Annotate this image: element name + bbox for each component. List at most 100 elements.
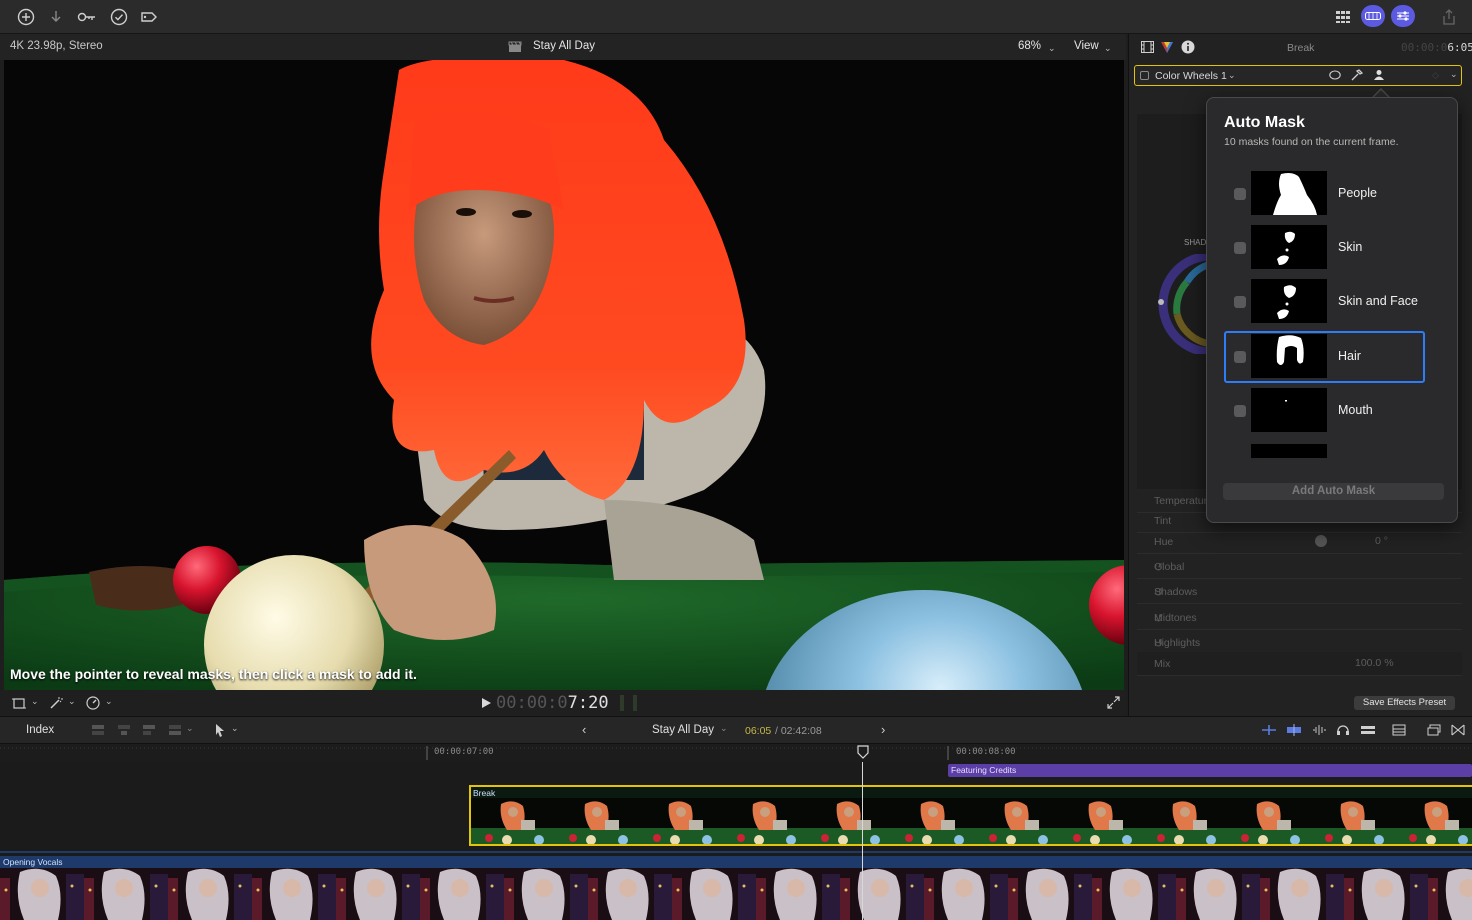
- keyframe-icon[interactable]: ◇: [1432, 70, 1439, 81]
- effect-header[interactable]: Color Wheels 1 ⌄ ◇ ⌄: [1134, 65, 1462, 86]
- mask-item-mouth[interactable]: Mouth: [1224, 385, 1425, 437]
- video-viewer[interactable]: Move the pointer to reveal masks, then c…: [4, 60, 1124, 690]
- audio-skimming-icon[interactable]: [1311, 724, 1327, 736]
- index-button[interactable]: Index: [26, 724, 54, 736]
- viewer-caption: Move the pointer to reveal masks, then c…: [10, 666, 417, 682]
- project-total: / 02:42:08: [775, 725, 822, 737]
- mask-checkbox[interactable]: [1234, 242, 1246, 254]
- info-icon[interactable]: [1181, 40, 1195, 54]
- clip-appearance-icon[interactable]: [1392, 724, 1406, 736]
- mix-value[interactable]: 100.0 %: [1355, 657, 1394, 669]
- connect-clip-icon[interactable]: [91, 724, 105, 736]
- speed-gauge-icon[interactable]: [86, 696, 100, 710]
- reset-icon[interactable]: ↺: [1154, 561, 1454, 574]
- reset-icon[interactable]: ↺: [1154, 612, 1454, 625]
- timeline-index-icon[interactable]: [1427, 724, 1441, 736]
- inspector-row-global[interactable]: Global ↺: [1137, 555, 1462, 579]
- add-auto-mask-button[interactable]: Add Auto Mask: [1223, 483, 1444, 500]
- row-label: Mix: [1154, 658, 1171, 670]
- forward-arrow-icon[interactable]: ›: [881, 722, 885, 737]
- magic-wand-icon[interactable]: [49, 696, 63, 710]
- timeline[interactable]: Featuring Credits Break Opening Vocals: [0, 762, 1472, 920]
- project-name[interactable]: Stay All Day: [652, 724, 714, 736]
- inspector-sliders-icon[interactable]: [1391, 5, 1415, 27]
- zoom-menu[interactable]: 68%: [1018, 40, 1041, 52]
- inspector-row-shadows[interactable]: Shadows ↺: [1137, 580, 1462, 604]
- transitions-icon[interactable]: [1451, 724, 1465, 736]
- mask-checkbox[interactable]: [1234, 188, 1246, 200]
- transform-icon[interactable]: [12, 697, 26, 710]
- skimming-icon[interactable]: [1286, 724, 1302, 736]
- mask-item-people[interactable]: People: [1224, 168, 1425, 220]
- mask-thumbnail-partial: [1251, 444, 1327, 458]
- grid-icon[interactable]: [1332, 6, 1354, 28]
- hue-value[interactable]: 0 °: [1375, 535, 1388, 547]
- mask-label: People: [1338, 186, 1377, 200]
- shape-mask-icon[interactable]: [1329, 70, 1341, 80]
- playhead-line[interactable]: [862, 762, 863, 920]
- timecode-dim: 00:00:0: [496, 693, 568, 713]
- back-arrow-icon[interactable]: ‹: [582, 722, 586, 737]
- chevron-down-icon[interactable]: ⌄: [1450, 69, 1458, 80]
- inspector-row-hue[interactable]: Hue 0 °: [1137, 530, 1462, 554]
- mask-label: Skin and Face: [1338, 294, 1418, 308]
- mask-item-skin-and-face[interactable]: Skin and Face: [1224, 276, 1425, 328]
- timeline-ruler[interactable]: 00:00:07:00 00:00:08:00: [0, 744, 1472, 762]
- inspector-row-midtones[interactable]: Midtones ↺: [1137, 606, 1462, 630]
- format-label: 4K 23.98p, Stereo: [10, 40, 103, 52]
- effect-name[interactable]: Color Wheels 1: [1155, 70, 1227, 82]
- effect-enable-checkbox[interactable]: [1140, 71, 1149, 80]
- mask-checkbox[interactable]: [1234, 296, 1246, 308]
- download-icon[interactable]: [45, 6, 67, 28]
- select-tool-icon[interactable]: [215, 723, 225, 737]
- mask-item-hair[interactable]: Hair: [1224, 331, 1425, 383]
- playhead-handle[interactable]: [857, 745, 869, 759]
- reset-icon[interactable]: ↺: [1154, 637, 1454, 650]
- mask-item-skin[interactable]: Skin: [1224, 222, 1425, 274]
- ruler-mark-2: 00:00:08:00: [956, 747, 1016, 757]
- audio-meter-right: [633, 695, 637, 711]
- headphones-icon[interactable]: [1336, 724, 1350, 736]
- share-icon[interactable]: [1438, 6, 1460, 28]
- main-clip-label: Break: [473, 788, 496, 798]
- mask-checkbox[interactable]: [1234, 351, 1246, 363]
- key-icon[interactable]: [76, 6, 98, 28]
- person-mask-icon[interactable]: [1373, 69, 1385, 81]
- eyedropper-icon[interactable]: [1351, 69, 1363, 81]
- hue-slider-knob[interactable]: [1315, 535, 1327, 547]
- insert-clip-icon[interactable]: [117, 724, 131, 736]
- reset-icon[interactable]: ↺: [1154, 586, 1454, 599]
- plus-circle-icon[interactable]: [15, 6, 37, 28]
- opening-vocals-clip[interactable]: Opening Vocals: [0, 856, 1472, 920]
- chevron-down-icon: ⌄: [68, 696, 76, 706]
- opening-vocals-label: Opening Vocals: [3, 857, 63, 867]
- ruler-ticks: [0, 746, 1472, 760]
- checkmark-circle-icon[interactable]: [108, 6, 130, 28]
- top-toolbar: [0, 0, 1472, 34]
- save-effects-preset-button[interactable]: Save Effects Preset: [1354, 696, 1455, 710]
- color-inspector-icon[interactable]: [1160, 40, 1174, 54]
- row-label: Hue: [1154, 536, 1174, 548]
- overwrite-clip-icon[interactable]: [168, 724, 182, 736]
- auto-mask-popover: Auto Mask 10 masks found on the current …: [1206, 97, 1458, 523]
- zoom-in-icon[interactable]: [1261, 724, 1277, 736]
- snapping-icon[interactable]: [1360, 724, 1376, 736]
- play-icon[interactable]: [482, 698, 491, 708]
- title-clip[interactable]: Featuring Credits: [948, 764, 1472, 777]
- mask-thumbnail-people: [1251, 171, 1327, 215]
- main-clip[interactable]: Break: [469, 785, 1472, 846]
- mask-label: Mouth: [1338, 403, 1373, 417]
- mask-thumbnail-hair: [1251, 334, 1327, 378]
- mask-checkbox[interactable]: [1234, 405, 1246, 417]
- view-menu[interactable]: View: [1074, 40, 1099, 52]
- fullscreen-icon[interactable]: [1107, 696, 1120, 709]
- inspector-row-mix[interactable]: Mix 100.0 %: [1137, 652, 1462, 676]
- audio-divider: [0, 851, 1472, 853]
- ruler-mark-1: 00:00:07:00: [434, 747, 494, 757]
- main-clip-filmstrip: [471, 798, 1472, 844]
- video-inspector-icon[interactable]: [1141, 41, 1154, 53]
- mask-label: Skin: [1338, 240, 1363, 254]
- append-clip-icon[interactable]: [142, 724, 156, 736]
- tag-icon[interactable]: [138, 6, 160, 28]
- browser-pill-icon[interactable]: [1361, 5, 1385, 27]
